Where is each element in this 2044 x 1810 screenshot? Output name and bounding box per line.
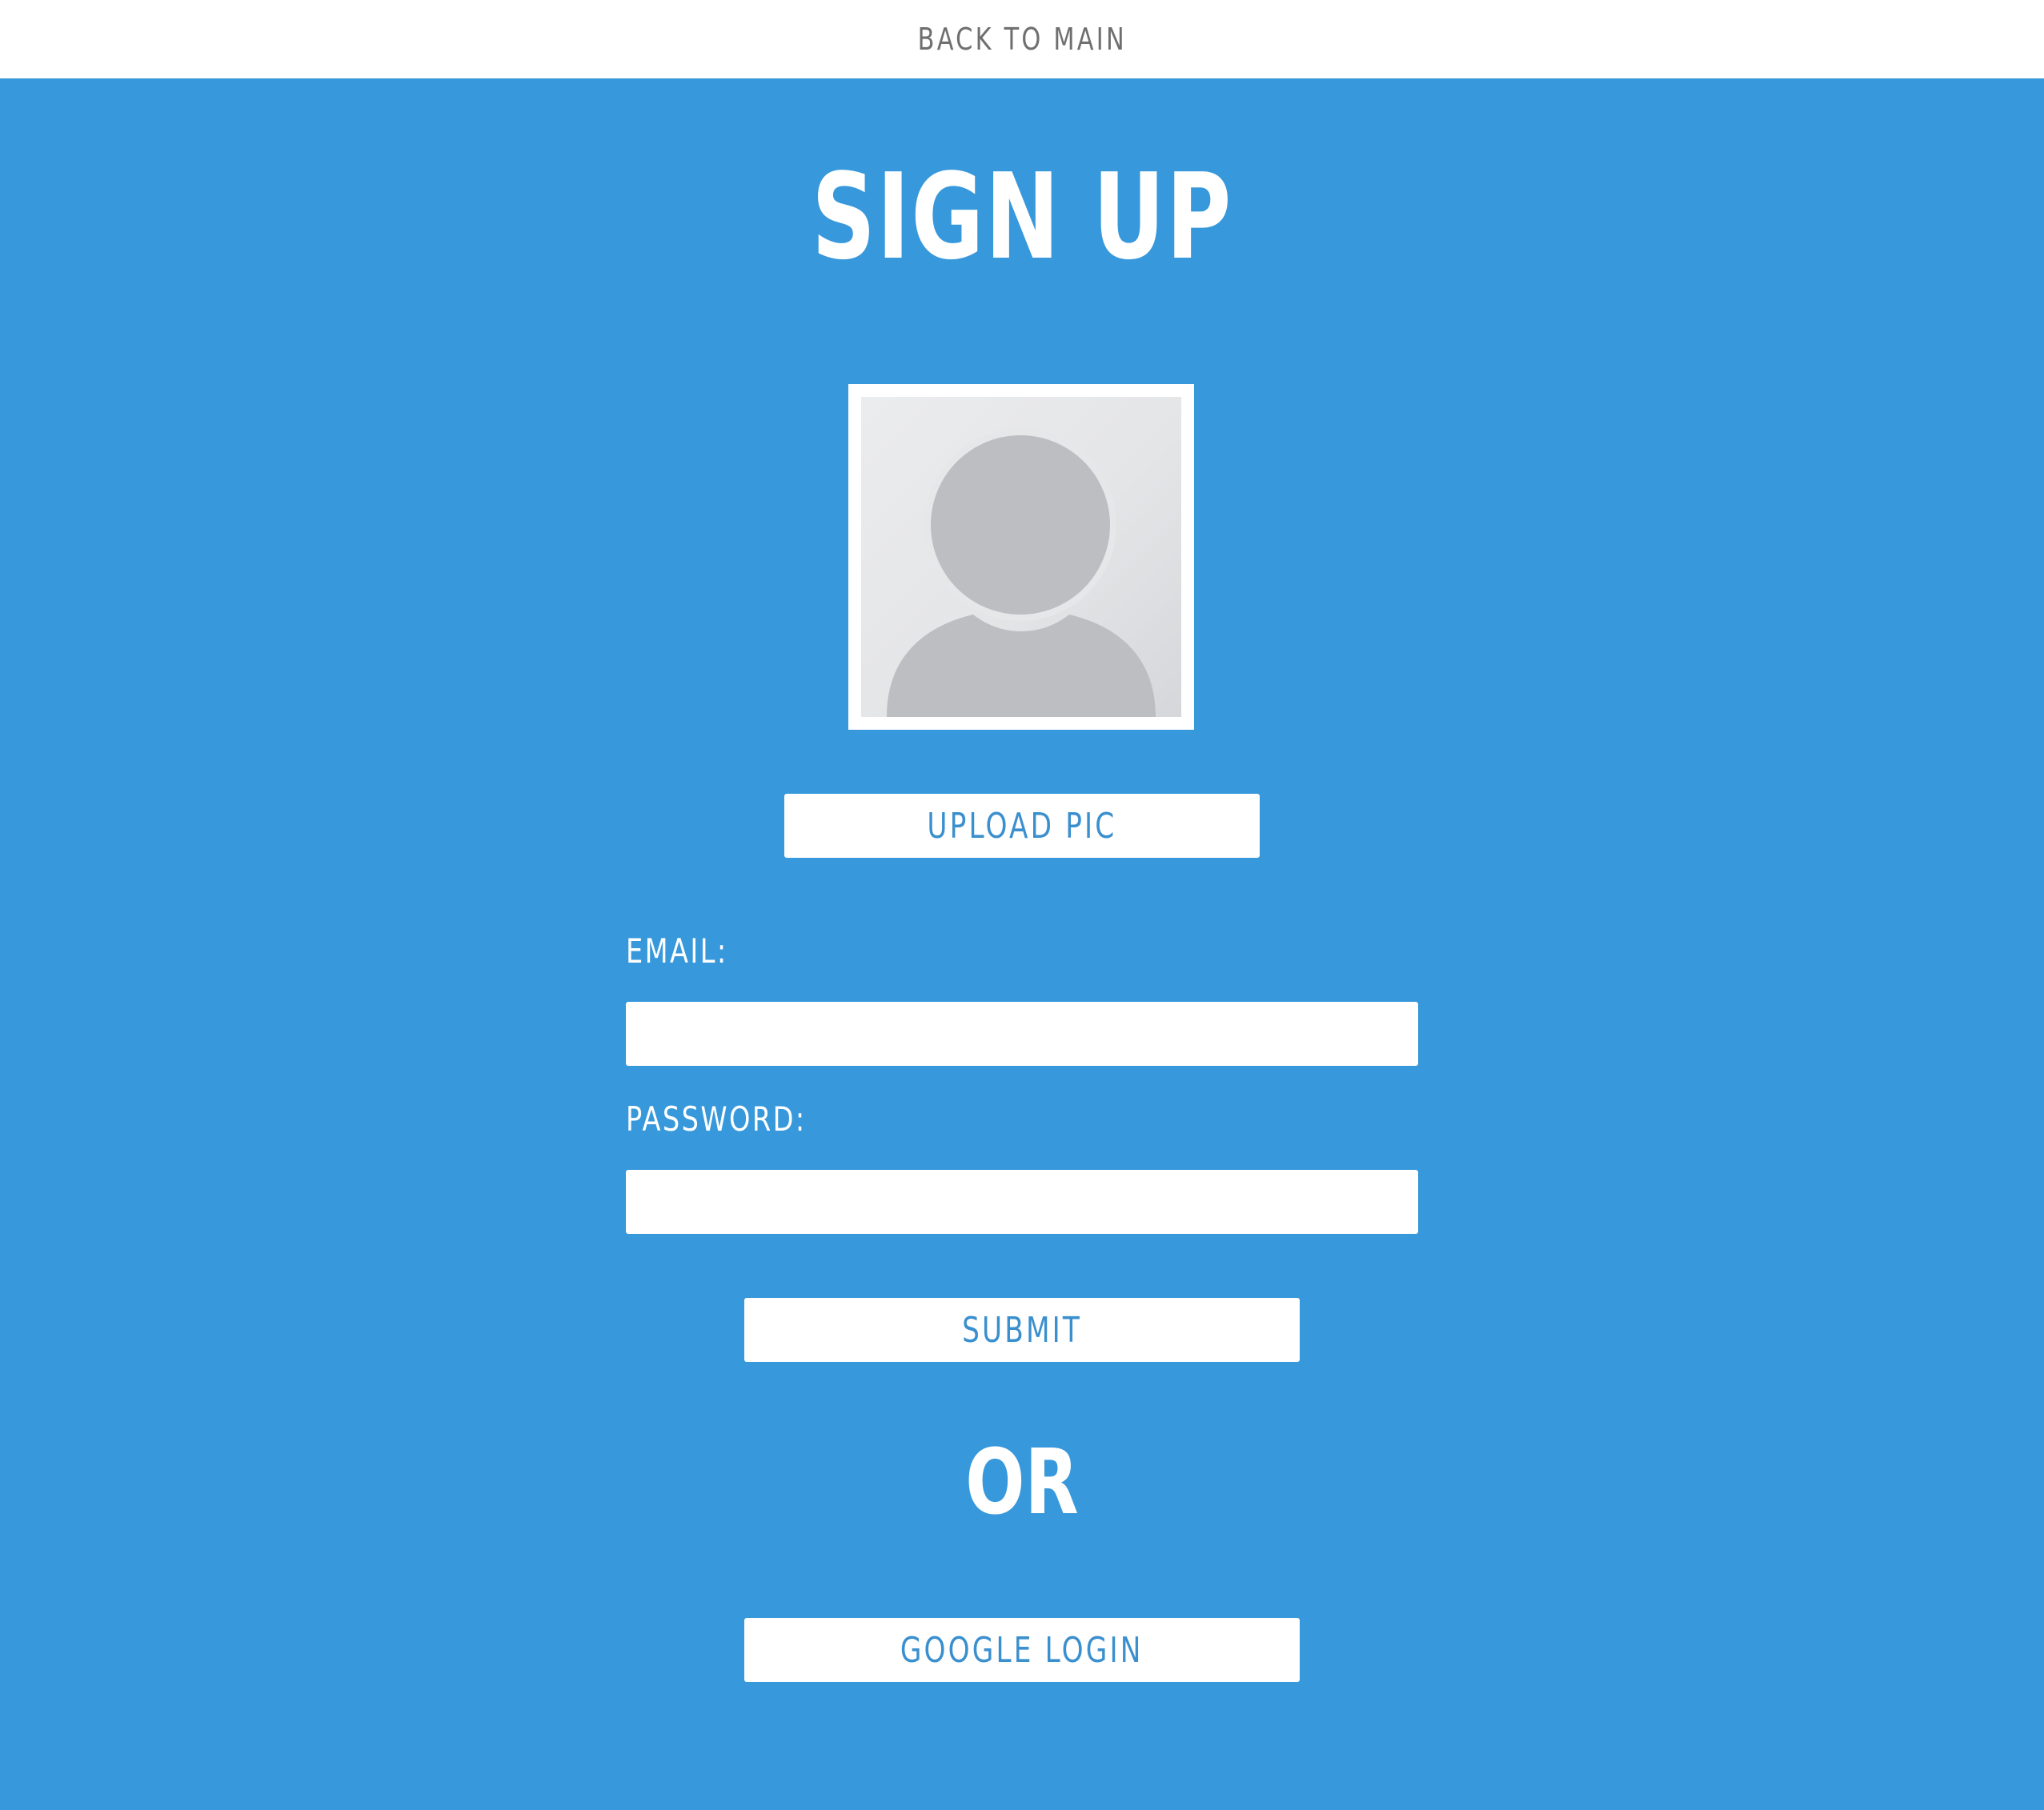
google-login-button[interactable]: GOOGLE LOGIN	[744, 1618, 1300, 1682]
submit-label: SUBMIT	[962, 1309, 1082, 1351]
password-label: PASSWORD:	[626, 1099, 807, 1139]
default-user-avatar-icon	[861, 397, 1181, 717]
page-title: SIGN UP	[812, 148, 1232, 286]
email-field[interactable]	[626, 1002, 1418, 1066]
submit-button[interactable]: SUBMIT	[744, 1298, 1300, 1362]
password-field[interactable]	[626, 1170, 1418, 1234]
signup-panel: SIGN UP UPLOAD PIC EMAIL: PASSWORD: SUBM…	[0, 78, 2044, 1810]
email-label: EMAIL:	[626, 931, 728, 971]
user-silhouette-icon	[887, 429, 1156, 717]
google-login-label: GOOGLE LOGIN	[900, 1629, 1144, 1671]
upload-pic-label: UPLOAD PIC	[927, 805, 1117, 847]
top-nav-bar: BACK TO MAIN	[0, 0, 2044, 78]
or-separator: OR	[965, 1431, 1079, 1535]
avatar-preview	[848, 384, 1194, 730]
back-to-main-link[interactable]: BACK TO MAIN	[917, 22, 1126, 57]
upload-pic-button[interactable]: UPLOAD PIC	[784, 794, 1260, 858]
